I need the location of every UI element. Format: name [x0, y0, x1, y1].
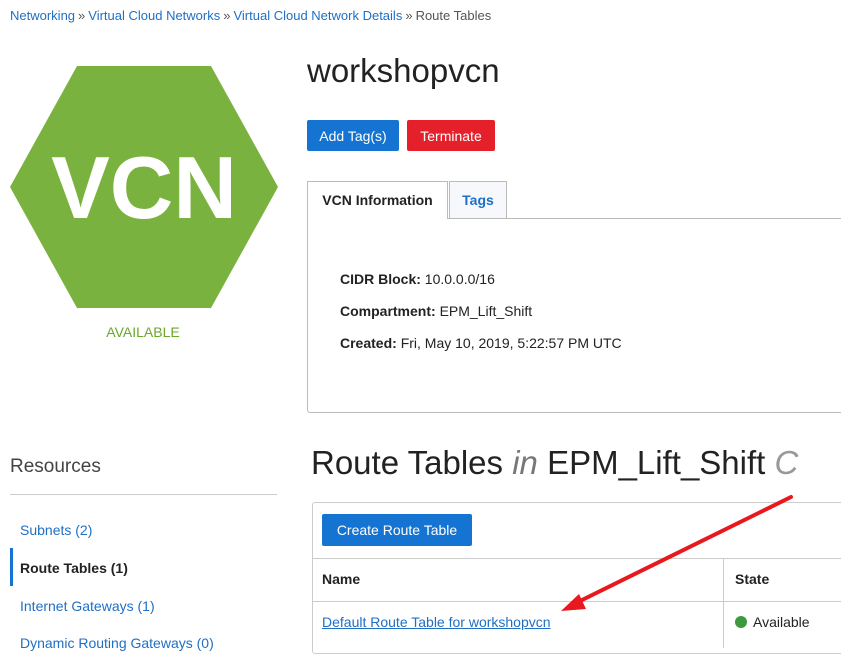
terminate-button[interactable]: Terminate: [407, 120, 495, 151]
create-route-table-button[interactable]: Create Route Table: [322, 514, 472, 546]
cidr-block-value: 10.0.0.0/16: [424, 271, 495, 287]
route-table-link[interactable]: Default Route Table for workshopvcn: [322, 614, 551, 630]
route-tables-heading-compartment: EPM_Lift_Shift: [547, 444, 766, 481]
route-tables-heading-tail: C: [774, 444, 799, 481]
available-status-icon: [735, 616, 747, 628]
cidr-block-label: CIDR Block:: [340, 271, 421, 287]
compartment-value: EPM_Lift_Shift: [439, 303, 533, 319]
vcn-hexagon-icon: VCN: [10, 66, 278, 308]
resource-item-route-tables[interactable]: Route Tables (1): [20, 560, 128, 576]
created-row: Created: Fri, May 10, 2019, 5:22:57 PM U…: [340, 335, 622, 351]
route-tables-heading: Route Tables in EPM_Lift_Shift C: [311, 444, 798, 482]
resource-item-internet-gateways[interactable]: Internet Gateways (1): [20, 598, 155, 614]
route-table-state-label: Available: [753, 614, 810, 630]
resources-active-indicator: [10, 548, 13, 586]
resource-item-subnets[interactable]: Subnets (2): [20, 522, 92, 538]
add-tags-button[interactable]: Add Tag(s): [307, 120, 399, 151]
compartment-row: Compartment: EPM_Lift_Shift: [340, 303, 532, 319]
column-divider: [723, 558, 724, 648]
breadcrumb-networking[interactable]: Networking: [10, 8, 75, 23]
route-tables-heading-in: in: [512, 444, 538, 481]
breadcrumb-separator: »: [405, 8, 413, 23]
column-header-state[interactable]: State: [735, 571, 769, 587]
column-header-name[interactable]: Name: [322, 571, 360, 587]
resources-divider: [10, 494, 277, 495]
vcn-icon-text: VCN: [51, 138, 237, 237]
breadcrumb: Networking» Virtual Cloud Networks» Virtua…: [10, 8, 491, 23]
tab-tags[interactable]: Tags: [449, 181, 507, 219]
compartment-label: Compartment:: [340, 303, 436, 319]
vcn-information-panel: CIDR Block: 10.0.0.0/16 Compartment: EPM…: [307, 218, 841, 413]
breadcrumb-separator: »: [78, 8, 86, 23]
page-title: workshopvcn: [307, 52, 500, 89]
tab-vcn-information[interactable]: VCN Information: [307, 181, 448, 219]
cidr-block-row: CIDR Block: 10.0.0.0/16: [340, 271, 495, 287]
resource-item-dynamic-routing-gateways[interactable]: Dynamic Routing Gateways (0): [20, 635, 214, 651]
created-label: Created:: [340, 335, 397, 351]
breadcrumb-current: Route Tables: [415, 8, 492, 23]
route-tables-heading-main: Route Tables: [311, 444, 504, 481]
created-value: Fri, May 10, 2019, 5:22:57 PM UTC: [400, 335, 622, 351]
resources-heading: Resources: [10, 456, 101, 477]
breadcrumb-virtual-cloud-networks[interactable]: Virtual Cloud Networks: [88, 8, 220, 23]
breadcrumb-separator: »: [223, 8, 231, 23]
route-table-state: Available: [735, 614, 810, 630]
breadcrumb-vcn-details[interactable]: Virtual Cloud Network Details: [233, 8, 402, 23]
vcn-status: AVAILABLE: [106, 324, 180, 340]
